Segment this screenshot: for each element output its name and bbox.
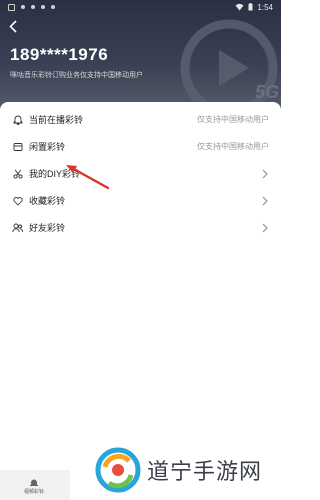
tab-label: 视频彩铃: [23, 488, 44, 495]
menu-item-label: 当前在播彩铃: [29, 115, 84, 125]
clock-text: 1:54: [257, 2, 273, 12]
notification-icon: [8, 3, 15, 11]
menu-item-note: 仅支持中国移动用户: [197, 142, 269, 151]
battery-icon: [248, 3, 253, 11]
status-dot-icon: [31, 5, 35, 9]
menu-item-favorites[interactable]: 收藏彩铃: [0, 187, 281, 214]
chevron-right-icon: [262, 223, 268, 232]
chevron-right-icon: [262, 196, 268, 205]
menu-item-label: 好友彩铃: [29, 223, 66, 233]
chevron-right-icon: [262, 169, 268, 178]
chevron-left-icon: [9, 19, 17, 33]
phone-number: 189****1976: [10, 45, 109, 64]
menu-item-label: 闲置彩铃: [29, 142, 66, 152]
watermark: 道宁手游网: [95, 440, 281, 500]
wifi-icon: [235, 3, 244, 11]
folder-icon: [12, 141, 23, 152]
heart-icon: [12, 195, 23, 206]
watermark-logo-icon: [95, 447, 141, 493]
tab-video-ringtone[interactable]: 视频彩铃: [14, 474, 54, 498]
status-dot-icon: [41, 5, 45, 9]
annotation-arrow-icon: [66, 165, 110, 190]
menu-item-friends[interactable]: 好友彩铃: [0, 214, 281, 241]
menu-item-idle[interactable]: 闲置彩铃 仅支持中国移动用户: [0, 133, 281, 160]
status-dot-icon: [51, 5, 55, 9]
status-bar: 1:54: [0, 0, 281, 14]
video-bell-icon: [30, 479, 38, 486]
bell-icon: [12, 114, 23, 125]
menu-item-current[interactable]: 当前在播彩铃 仅支持中国移动用户: [0, 106, 281, 133]
back-button[interactable]: [6, 18, 20, 34]
status-dot-icon: [21, 5, 25, 9]
menu-item-label: 收藏彩铃: [29, 196, 66, 206]
friends-icon: [12, 222, 23, 233]
menu-item-note: 仅支持中国移动用户: [197, 115, 269, 124]
svg-text:5G: 5G: [255, 82, 279, 102]
profile-header: 5G 1:54 189****1976 咪咕音乐彩铃订购业务仅支持中国移动用户: [0, 0, 281, 118]
service-description: 咪咕音乐彩铃订购业务仅支持中国移动用户: [10, 72, 143, 79]
menu-item-diy[interactable]: 我的DIY彩铃: [0, 160, 281, 187]
watermark-text: 道宁手游网: [147, 459, 263, 484]
scissors-icon: [12, 168, 23, 179]
